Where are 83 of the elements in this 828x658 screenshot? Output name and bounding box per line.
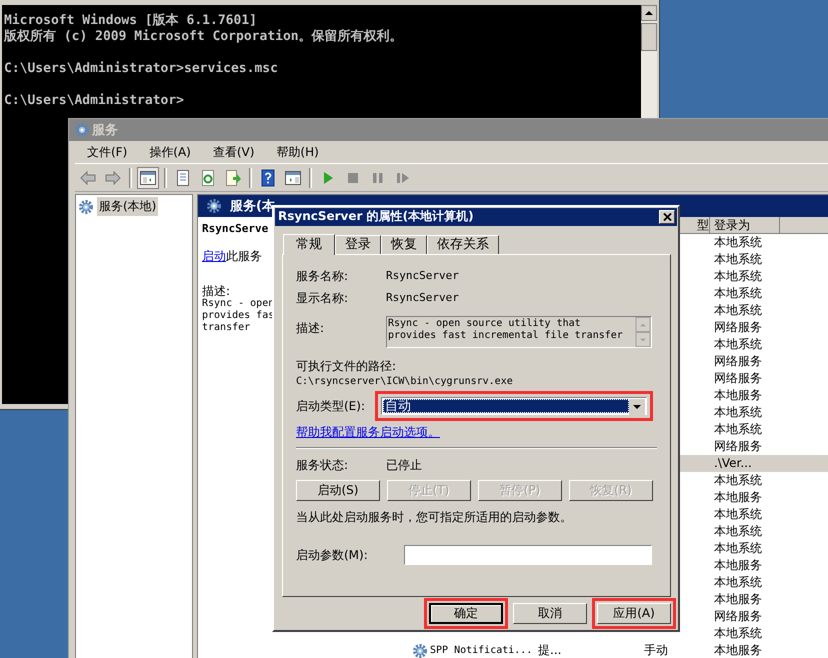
status-value: 已停止 xyxy=(386,456,422,473)
service-name-cell-text: SPP Notificati... xyxy=(430,644,532,658)
logon-cell: 本地服务 xyxy=(714,591,762,608)
hint-text: 当从此处启动服务时，您可指定所适用的启动参数。 xyxy=(296,508,573,525)
field-label: 显示名称: xyxy=(296,290,350,306)
logon-cell: 本地服务 xyxy=(714,642,762,658)
tab[interactable]: 恢复 xyxy=(381,234,427,254)
properties-icon[interactable] xyxy=(174,168,192,186)
field-label: 启动类型(E): xyxy=(296,398,366,414)
tab[interactable]: 依存关系 xyxy=(427,234,499,254)
caret-icon[interactable] xyxy=(629,398,645,415)
field-label: 服务状态: xyxy=(296,456,350,473)
menu-item[interactable]: 帮助(H) xyxy=(276,144,319,160)
dialog-title: RsyncServer 的属性(本地计算机) xyxy=(278,208,474,226)
action-text: 此服务 xyxy=(226,249,262,263)
help-icon[interactable] xyxy=(259,168,277,186)
startup-type-cell: 手动 xyxy=(644,642,668,658)
gear-icon xyxy=(78,198,94,214)
menu-item[interactable]: 操作(A) xyxy=(149,144,191,160)
field-label: 描述: xyxy=(296,320,326,336)
logon-cell: 网络服务 xyxy=(714,608,762,625)
column-header[interactable]: 登录为 xyxy=(710,217,780,234)
back-icon[interactable] xyxy=(79,168,97,186)
tab[interactable]: 常规 xyxy=(283,234,335,255)
description-label: 描述: xyxy=(202,284,230,298)
menu-item[interactable]: 文件(F) xyxy=(87,144,128,160)
forward-icon[interactable] xyxy=(104,168,122,186)
logon-cell: 本地系统 xyxy=(714,625,762,642)
menu-item[interactable]: 查看(V) xyxy=(212,144,254,160)
dialog-button[interactable]: 确定 xyxy=(429,603,503,624)
gear-icon xyxy=(74,122,90,138)
logon-cell: .\Ver... xyxy=(714,455,752,472)
logon-cell: 本地系统 xyxy=(714,574,762,591)
logon-cell: 本地系统 xyxy=(714,540,762,557)
field-value: RsyncServer xyxy=(386,268,459,284)
logon-cell: 本地服务 xyxy=(714,387,762,404)
export-icon[interactable] xyxy=(224,168,242,186)
logon-cell: 本地系统 xyxy=(714,421,762,438)
field-value: RsyncServer xyxy=(386,290,459,306)
field-label: 启动参数(M): xyxy=(296,546,369,563)
panel-icon[interactable] xyxy=(284,168,302,186)
table-cell: 提... xyxy=(538,642,562,658)
dialog-button[interactable]: 应用(A) xyxy=(597,603,671,624)
gear-icon xyxy=(206,198,222,214)
parameters-field[interactable] xyxy=(404,544,652,565)
start-link[interactable]: 启动 xyxy=(202,249,226,263)
console-output: Microsoft Windows [版本 6.1.7601] 版权所有 (c) 2009 Microsoft Corporation。保留所有权利。 C:\Users\Administrator>services.msc C:\Users\Administrator> xyxy=(4,13,403,109)
description-field[interactable]: Rsync - open source utility that provides fast incremental file transfer xyxy=(386,316,652,348)
logon-cell: 本地服务 xyxy=(714,489,762,506)
refresh-icon[interactable] xyxy=(199,168,217,186)
close-icon xyxy=(662,212,672,221)
path-text: C:\rsyncserver\ICW\bin\cygrunsrv.exe xyxy=(296,374,514,389)
window-title: 服务 xyxy=(92,122,118,139)
logon-cell: 本地系统 xyxy=(714,268,762,285)
logon-cell: 本地系统 xyxy=(714,336,762,353)
field-label: 服务名称: xyxy=(296,268,350,284)
logon-cell: 本地服务 xyxy=(714,557,762,574)
help-link[interactable]: 帮助我配置服务启动选项。 xyxy=(296,424,440,440)
logon-cell: 网络服务 xyxy=(714,370,762,387)
pane-toggle-icon[interactable] xyxy=(139,168,157,186)
logon-cell: 网络服务 xyxy=(714,353,762,370)
logon-cell: 本地系统 xyxy=(714,285,762,302)
logon-cell: 本地系统 xyxy=(714,523,762,540)
service-control-button[interactable]: 启动(S) xyxy=(296,480,380,501)
logon-cell: 本地系统 xyxy=(714,472,762,489)
field-label: 可执行文件的路径: xyxy=(296,358,398,374)
tree-item[interactable]: 服务(本地) xyxy=(97,197,158,216)
dialog-button[interactable]: 取消 xyxy=(513,603,587,624)
logon-cell: 网络服务 xyxy=(714,438,762,455)
scrollbar-thumb[interactable] xyxy=(641,23,657,51)
logon-cell: 本地系统 xyxy=(714,234,762,251)
service-name: RsyncServe xyxy=(202,221,268,237)
scroll-up-button[interactable] xyxy=(641,5,657,21)
description-text: transfer xyxy=(202,322,250,334)
logon-cell: 本地系统 xyxy=(714,506,762,523)
close-button[interactable] xyxy=(659,210,675,224)
tab[interactable]: 登录 xyxy=(335,234,381,254)
logon-cell: 本地系统 xyxy=(714,302,762,319)
scroll-down-button[interactable] xyxy=(635,332,651,347)
logon-cell: 网络服务 xyxy=(714,319,762,336)
logon-cell: 本地系统 xyxy=(714,251,762,268)
logon-cell: 本地系统 xyxy=(714,404,762,421)
startup-type-dropdown[interactable]: 自动 xyxy=(381,396,647,415)
